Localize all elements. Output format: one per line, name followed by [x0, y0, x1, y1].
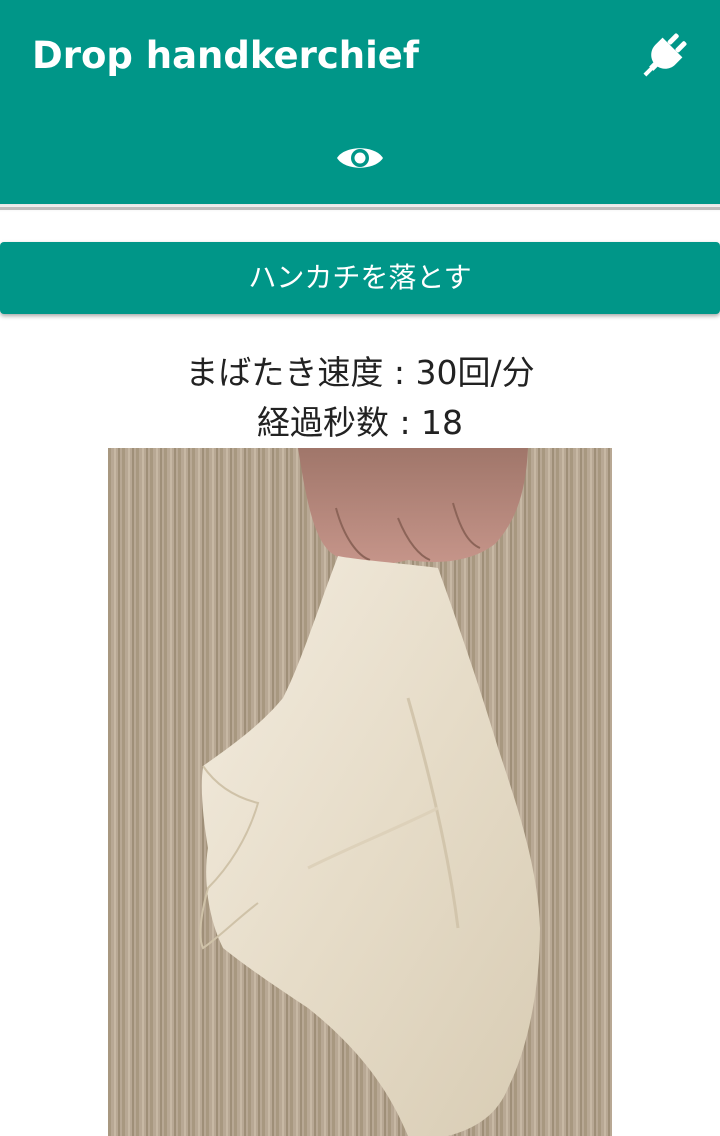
elapsed-seconds-text: 経過秒数 : 18	[256, 403, 464, 442]
connect-button[interactable]	[632, 24, 696, 88]
handkerchief-photo	[108, 448, 612, 1136]
drop-handkerchief-button[interactable]: ハンカチを落とす	[0, 242, 720, 314]
power-plug-icon	[643, 33, 687, 77]
tab-monitor[interactable]	[320, 124, 400, 192]
tab-divider	[0, 207, 720, 210]
app-title: Drop handkerchief	[32, 34, 419, 77]
eye-icon	[337, 148, 383, 168]
blink-rate-text: まばたき速度 : 30回/分	[185, 353, 535, 392]
stats-panel: まばたき速度 : 30回/分 経過秒数 : 18	[0, 348, 720, 448]
app-bar: Drop handkerchief	[0, 0, 720, 204]
